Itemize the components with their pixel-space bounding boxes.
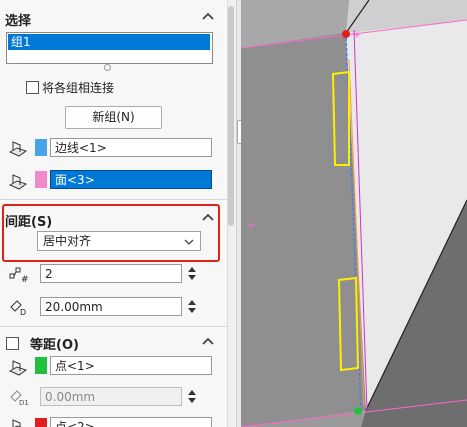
edge-field[interactable]: 边线<1> xyxy=(50,138,212,157)
svg-text:#: # xyxy=(21,275,29,284)
selection-section-header[interactable]: 选择 xyxy=(0,6,227,29)
divider xyxy=(0,326,227,327)
distance-stepper[interactable] xyxy=(186,297,198,316)
point2-color-swatch xyxy=(35,418,47,427)
collapse-caret-icon[interactable] xyxy=(201,9,215,23)
instance-count-input[interactable]: 2 xyxy=(40,264,182,283)
distance-icon: D xyxy=(10,300,26,317)
group-list-item[interactable]: 组1 xyxy=(8,34,210,50)
divider xyxy=(0,199,227,200)
point-select-icon xyxy=(8,360,28,376)
point2-field[interactable]: 点<2> xyxy=(50,417,212,427)
offset-distance-icon: D1 xyxy=(10,390,29,407)
point1-field[interactable]: 点<1> xyxy=(50,356,212,375)
new-group-button[interactable]: 新组(N) xyxy=(65,106,162,129)
offset-checkbox[interactable] xyxy=(6,337,19,350)
model-view[interactable]: + + xyxy=(241,0,467,427)
instance-count-icon: # xyxy=(9,267,29,284)
end-point-marker[interactable] xyxy=(354,407,362,415)
spacing-section-header[interactable]: 间距(S) xyxy=(0,207,227,230)
offset-title: 等距(O) xyxy=(30,338,79,353)
collapse-caret-icon[interactable] xyxy=(201,210,215,224)
connect-groups-checkbox[interactable] xyxy=(26,81,39,94)
start-point-marker[interactable] xyxy=(342,30,350,38)
svg-text:+: + xyxy=(247,220,255,231)
group-list[interactable]: 组1 xyxy=(6,32,213,64)
face-field[interactable]: 面<3> xyxy=(50,170,212,189)
face-select-icon xyxy=(8,174,28,190)
offset-distance-stepper[interactable] xyxy=(186,387,198,406)
spacing-mode-value: 居中对齐 xyxy=(43,234,92,248)
spacing-title: 间距(S) xyxy=(5,215,53,230)
resize-handle-icon[interactable] xyxy=(104,64,111,71)
offset-distance-input[interactable]: 0.00mm xyxy=(40,387,182,406)
collapse-caret-icon[interactable] xyxy=(201,334,215,348)
svg-text:D1: D1 xyxy=(19,399,29,407)
property-manager-panel: 选择 组1 将各组相连接 新组(N) 边线<1> 面<3> 间距(S) 居中对齐… xyxy=(0,0,227,427)
svg-text:+: + xyxy=(353,30,361,41)
spacing-mode-dropdown[interactable]: 居中对齐 xyxy=(37,231,201,251)
edge-color-swatch xyxy=(35,139,47,156)
distance-input[interactable]: 20.00mm xyxy=(40,297,182,316)
connect-groups-label: 将各组相连接 xyxy=(42,81,115,95)
edge-select-icon xyxy=(8,141,28,157)
point-select-icon xyxy=(12,419,22,427)
selection-title: 选择 xyxy=(5,14,32,29)
panel-scrollbar-thumb[interactable] xyxy=(228,6,234,226)
svg-text:D: D xyxy=(20,308,26,317)
graphics-viewport[interactable]: + + xyxy=(241,0,467,427)
point1-color-swatch xyxy=(35,357,47,374)
chevron-down-icon xyxy=(184,239,194,245)
instance-count-stepper[interactable] xyxy=(186,264,198,283)
face-color-swatch xyxy=(35,171,47,188)
